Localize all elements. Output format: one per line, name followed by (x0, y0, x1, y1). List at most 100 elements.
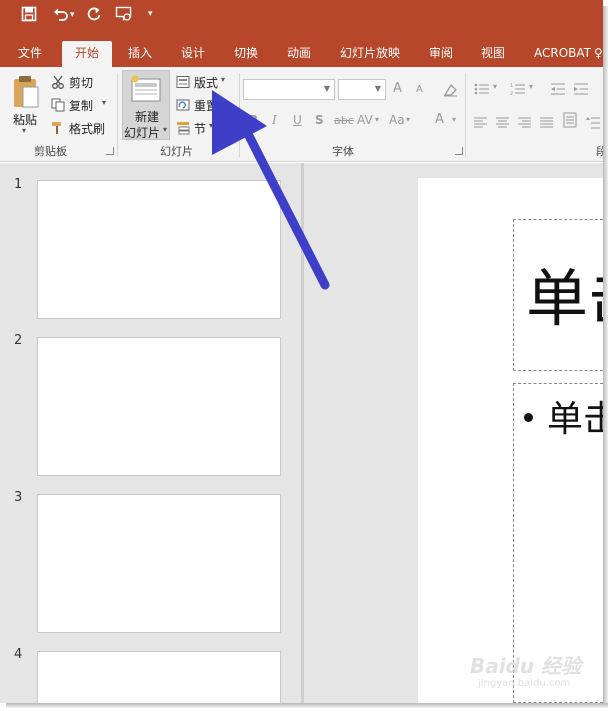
align-center-icon[interactable] (496, 114, 510, 128)
new-slide-icon (131, 75, 161, 102)
bullets-icon[interactable] (474, 81, 489, 95)
watermark-brand: Baidu 经验 (470, 654, 582, 678)
font-color-dropdown-icon[interactable]: ▾ (452, 115, 456, 124)
copy-button[interactable]: 复制 (69, 97, 93, 114)
customize-qat-icon[interactable]: ▾ (148, 9, 153, 19)
strikethrough-button[interactable]: abc (334, 114, 354, 127)
decrease-indent-icon[interactable] (550, 81, 565, 95)
new-slide-label-2: 幻灯片 (124, 126, 161, 140)
change-case-button[interactable]: Aa (389, 113, 405, 127)
bullets-dropdown-icon[interactable]: ▾ (493, 82, 497, 91)
slide-thumbnail[interactable] (37, 180, 281, 319)
shrink-font-button[interactable]: A (416, 84, 423, 95)
tab-animations[interactable]: 动画 (279, 41, 319, 67)
font-size-combo[interactable]: ▼ (338, 79, 386, 100)
title-placeholder-text: 单击 (526, 262, 603, 335)
tab-view[interactable]: 视图 (473, 41, 513, 67)
font-group-label: 字体 (332, 145, 354, 158)
new-slide-dropdown-icon: ▾ (163, 125, 168, 134)
title-placeholder[interactable]: 单击 (513, 219, 603, 371)
font-color-button[interactable]: A (435, 112, 444, 127)
tab-insert[interactable]: 插入 (120, 41, 160, 67)
font-size-dropdown-icon[interactable]: ▼ (375, 84, 381, 93)
section-dropdown-icon[interactable]: ▾ (209, 121, 213, 130)
save-icon[interactable] (18, 6, 40, 28)
numbering-icon[interactable]: 12 (510, 81, 525, 97)
copy-dropdown-icon[interactable]: ▾ (102, 98, 106, 107)
bullet-icon (524, 412, 533, 422)
distribute-icon[interactable] (562, 112, 577, 128)
character-spacing-dropdown-icon[interactable]: ▾ (375, 115, 379, 124)
redo-icon[interactable] (83, 6, 105, 28)
clipboard-launcher-icon[interactable] (106, 147, 114, 155)
tab-transitions[interactable]: 切换 (226, 41, 266, 67)
change-case-dropdown-icon[interactable]: ▾ (406, 115, 410, 124)
content-placeholder-bullet: 单击 (524, 390, 603, 442)
bold-button[interactable]: B (249, 113, 258, 127)
watermark-url: jingyan.baidu.com (478, 678, 571, 689)
cut-button[interactable]: 剪切 (69, 74, 93, 91)
line-spacing-icon[interactable] (586, 114, 600, 129)
font-launcher-icon[interactable] (455, 147, 463, 155)
powerpoint-window: ▾ ▾ 文件 开始 插入 设计 切换 动画 幻灯片放映 审阅 视图 ACROBA… (0, 0, 603, 703)
tab-review[interactable]: 审阅 (421, 41, 461, 67)
title-bar: ▾ ▾ 文件 开始 插入 设计 切换 动画 幻灯片放映 审阅 视图 ACROBA… (0, 0, 603, 67)
group-separator (465, 73, 466, 157)
clear-formatting-icon[interactable] (443, 82, 457, 97)
align-left-icon[interactable] (474, 114, 488, 128)
ribbon-home: 粘贴 ▾ 剪切 复制 ▾ 格式刷 剪贴板 新建 幻灯片 ▾ 版式 ▾ 重置 节 … (0, 67, 603, 162)
numbering-dropdown-icon[interactable]: ▾ (529, 82, 533, 91)
present-from-start-icon[interactable] (113, 6, 135, 28)
paste-dropdown-icon: ▾ (22, 126, 27, 135)
tab-design[interactable]: 设计 (173, 41, 213, 67)
baidu-watermark: Baidu 经验 jingyan.baidu.com (470, 650, 590, 700)
content-placeholder-text: 单击 (547, 399, 603, 440)
increase-indent-icon[interactable] (573, 81, 588, 95)
slide-number: 2 (14, 333, 23, 348)
slide-number: 3 (14, 490, 23, 505)
tab-slideshow[interactable]: 幻灯片放映 (332, 41, 408, 67)
grow-font-button[interactable]: A (393, 81, 402, 96)
slide-thumbnail[interactable] (37, 494, 281, 633)
text-shadow-button[interactable]: S (315, 113, 324, 127)
section-button[interactable]: 节 (194, 120, 206, 137)
paragraph-group-label: 段 (596, 145, 603, 158)
tab-acrobat[interactable]: ACROBAT (526, 41, 599, 67)
italic-button[interactable]: I (272, 113, 277, 127)
group-separator (117, 73, 118, 157)
paste-button[interactable]: 粘贴 ▾ (8, 73, 44, 139)
font-name-dropdown-icon[interactable]: ▼ (324, 84, 330, 93)
new-slide-label-1: 新建 (135, 110, 160, 124)
copy-icon (51, 97, 65, 112)
layout-button[interactable]: 版式 (194, 74, 218, 91)
window-shadow (6, 703, 608, 708)
section-icon (176, 120, 190, 135)
pane-splitter[interactable] (301, 163, 304, 703)
undo-icon[interactable] (50, 6, 72, 28)
format-painter-icon (51, 120, 65, 134)
underline-button[interactable]: U (293, 113, 302, 127)
slide-thumbnail[interactable] (37, 651, 281, 703)
tab-file[interactable]: 文件 (10, 41, 50, 67)
ribbon-tabs: 文件 开始 插入 设计 切换 动画 幻灯片放映 审阅 视图 ACROBAT ♀ (0, 36, 603, 67)
align-right-icon[interactable] (518, 114, 532, 128)
reset-button[interactable]: 重置 (194, 97, 218, 114)
tab-tell-me[interactable]: ♀ (594, 41, 603, 67)
slide-number: 4 (14, 647, 23, 662)
slide-number: 1 (14, 177, 23, 192)
font-name-combo[interactable]: ▼ (243, 79, 335, 100)
slide-thumbnail-pane[interactable]: 1 2 3 4 (0, 163, 301, 703)
tab-home[interactable]: 开始 (62, 41, 112, 67)
svg-text:1: 1 (510, 83, 513, 89)
format-painter-button[interactable]: 格式刷 (69, 120, 105, 137)
svg-text:2: 2 (510, 91, 513, 96)
new-slide-button[interactable]: 新建 幻灯片 ▾ (122, 70, 170, 140)
slides-group-label: 幻灯片 (160, 145, 193, 158)
clipboard-icon (14, 76, 39, 108)
undo-dropdown-icon[interactable]: ▾ (70, 10, 75, 20)
slide-thumbnail[interactable] (37, 337, 281, 476)
character-spacing-button[interactable]: AV (357, 113, 373, 127)
justify-icon[interactable] (540, 114, 554, 128)
layout-dropdown-icon[interactable]: ▾ (221, 75, 225, 84)
layout-icon (176, 74, 190, 88)
